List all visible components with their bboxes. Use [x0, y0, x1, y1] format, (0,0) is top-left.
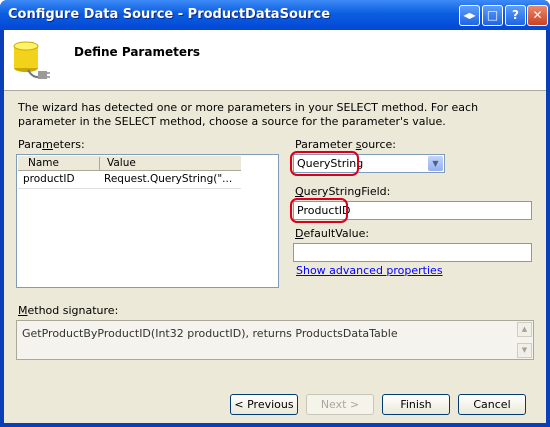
scroll-down-icon[interactable]: ▼ — [517, 343, 532, 358]
row-divider — [18, 188, 241, 189]
parameters-grid[interactable]: Name Value productID Request.QueryString… — [16, 154, 279, 288]
title-bar[interactable]: Configure Data Source - ProductDataSourc… — [0, 0, 550, 30]
method-signature-text: GetProductByProductID(Int32 productID), … — [22, 327, 398, 340]
default-value-label: DefaultValue: — [295, 227, 370, 240]
querystring-field-label: QueryStringField: — [295, 185, 391, 198]
method-signature-box[interactable]: GetProductByProductID(Int32 productID), … — [16, 320, 534, 360]
instruction-text: The wizard has detected one or more para… — [18, 101, 479, 128]
highlight-querystring-field — [290, 198, 348, 223]
page-heading: Define Parameters — [74, 45, 201, 59]
column-header-name[interactable]: Name — [28, 157, 59, 169]
dialog-client-area: Define Parameters The wizard has detecte… — [4, 30, 546, 423]
wizard-header: Define Parameters — [4, 30, 546, 91]
finish-button[interactable]: Finish — [382, 394, 450, 415]
vertical-scrollbar[interactable]: ▲ ▼ — [517, 322, 532, 358]
next-button[interactable]: Next > — [306, 394, 374, 415]
parameter-source-label: Parameter source: — [295, 138, 396, 151]
previous-button[interactable]: < Previous — [230, 394, 298, 415]
default-value-input[interactable] — [293, 243, 532, 262]
chevron-down-icon[interactable]: ▼ — [428, 156, 443, 171]
window-title: Configure Data Source - ProductDataSourc… — [8, 7, 331, 22]
dialog-window: Configure Data Source - ProductDataSourc… — [0, 0, 550, 427]
column-header-value[interactable]: Value — [107, 157, 136, 169]
database-plug-icon — [13, 41, 50, 79]
maximize-button[interactable]: □ — [482, 5, 503, 26]
parameters-label: Parameters: — [18, 138, 85, 151]
help-button[interactable]: ? — [505, 5, 526, 26]
grid-header: Name Value — [18, 156, 241, 171]
column-divider[interactable] — [99, 157, 100, 170]
parameter-value-cell: Request.QueryString("... — [104, 173, 233, 185]
show-advanced-properties-link[interactable]: Show advanced properties — [296, 264, 443, 277]
scroll-up-icon[interactable]: ▲ — [517, 322, 532, 337]
method-signature-label: Method signature: — [18, 304, 119, 317]
close-button[interactable]: ✕ — [527, 5, 548, 26]
highlight-parameter-source — [290, 151, 359, 176]
cancel-button[interactable]: Cancel — [458, 394, 526, 415]
navigation-icon[interactable]: ◀▶ — [459, 5, 480, 26]
parameter-name-cell: productID — [23, 173, 75, 185]
